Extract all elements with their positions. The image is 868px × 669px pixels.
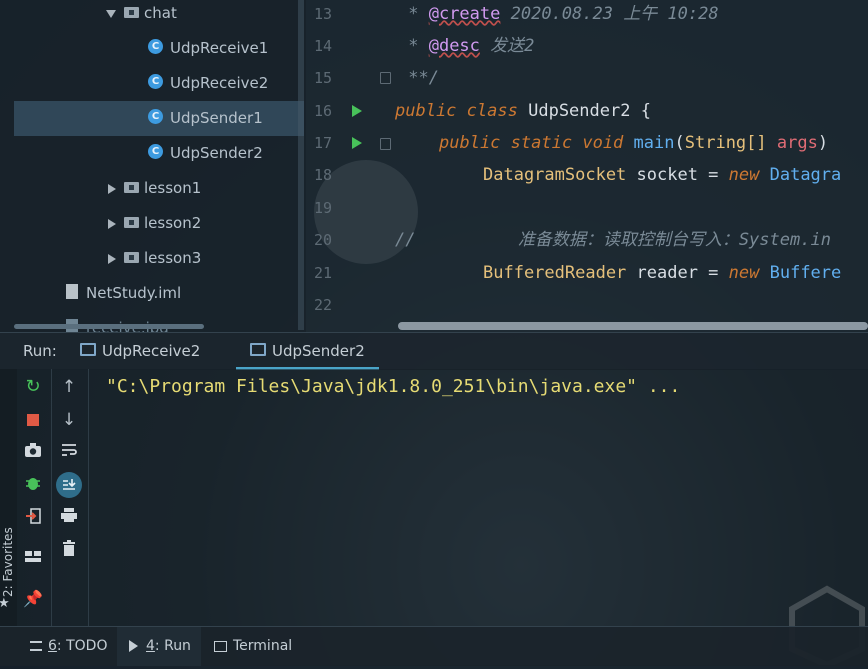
toolbar-divider — [88, 369, 89, 626]
scroll-to-end-icon — [63, 479, 76, 490]
code-line-18: DatagramSocket socket = new Datagra — [483, 165, 842, 185]
run-toolwindow-header: Run: UdpReceive2 UdpSender2 — [0, 332, 868, 370]
java-class-icon: C — [148, 109, 163, 124]
tree-item-label: lesson1 — [144, 179, 202, 197]
line-number: 18 — [314, 166, 333, 184]
code-line-13: * @create 2020.08.23 上午 10:28 — [398, 4, 719, 24]
tree-item-label: lesson3 — [144, 249, 202, 267]
favorites-side-tab[interactable]: 2: Favorites — [0, 520, 16, 600]
tree-item-label: NetStudy.iml — [86, 284, 182, 302]
code-line-15: **/ — [398, 68, 439, 88]
line-number: 21 — [314, 264, 333, 282]
pin-icon[interactable]: 📌 — [23, 589, 43, 609]
java-class-icon: C — [148, 39, 163, 54]
code-editor[interactable]: 13 14 15 16 17 18 19 20 21 22 * @create … — [306, 0, 868, 332]
run-tab-udpsender2[interactable]: UdpSender2 — [236, 333, 379, 370]
dump-threads-icon[interactable] — [23, 442, 43, 462]
console-icon — [80, 343, 96, 356]
collapse-arrow-icon[interactable] — [108, 218, 116, 229]
tree-item-udpsender1[interactable]: C UdpSender1 — [14, 101, 304, 136]
print-icon[interactable] — [59, 507, 79, 527]
run-tab-udpreceive2[interactable]: UdpReceive2 — [80, 333, 200, 370]
console-output[interactable]: "C:\Program Files\Java\jdk1.8.0_251\bin\… — [106, 376, 680, 397]
trash-icon[interactable] — [59, 540, 79, 560]
rerun-icon[interactable]: ↻ — [23, 377, 43, 397]
fold-marker-icon[interactable] — [380, 138, 391, 150]
tree-item-lesson1[interactable]: lesson1 — [108, 171, 201, 206]
scroll-down-icon[interactable]: ↓ — [59, 410, 79, 430]
tree-item-netstudy-iml[interactable]: NetStudy.iml — [66, 276, 181, 311]
code-line-14: * @desc 发送2 — [398, 36, 535, 56]
terminal-icon — [214, 640, 227, 652]
tree-item-udpreceive1[interactable]: C UdpReceive1 — [148, 31, 268, 66]
run-main-icon[interactable] — [352, 137, 362, 149]
tree-vertical-scrollbar[interactable] — [298, 0, 304, 330]
toolbar-divider — [51, 369, 52, 626]
run-tab[interactable]: 4: Run — [117, 627, 201, 666]
tab-close-icon[interactable] — [210, 345, 222, 357]
tab-label: UdpSender2 — [272, 342, 365, 360]
debug-icon[interactable] — [23, 474, 43, 494]
tree-item-udpsender2[interactable]: C UdpSender2 — [148, 136, 263, 171]
line-number: 15 — [314, 69, 333, 87]
tree-item-lesson3[interactable]: lesson3 — [108, 241, 201, 276]
line-number: 19 — [314, 199, 333, 217]
code-line-20: // 准备数据：读取控制台写入：System.in — [395, 230, 831, 250]
tree-item-lesson2[interactable]: lesson2 — [108, 206, 201, 241]
favorites-label: 2: Favorites — [1, 527, 15, 597]
run-icon — [129, 640, 138, 652]
run-label: Run: — [23, 342, 57, 360]
console-panel[interactable] — [0, 369, 868, 626]
terminal-tab[interactable]: Terminal — [214, 627, 292, 666]
java-class-icon: C — [148, 74, 163, 89]
tree-item-label: UdpReceive2 — [170, 74, 269, 92]
module-file-icon — [66, 284, 78, 299]
tree-horizontal-scrollbar[interactable] — [14, 324, 204, 329]
folder-icon — [124, 217, 139, 228]
fold-marker-icon[interactable] — [380, 72, 391, 84]
tree-item-label: UdpSender2 — [170, 144, 263, 162]
todo-tab[interactable]: 6: TODO — [30, 627, 107, 666]
collapse-arrow-icon[interactable] — [108, 253, 116, 264]
expand-arrow-icon[interactable] — [106, 9, 116, 18]
folder-icon — [124, 182, 139, 193]
favorites-star-icon[interactable]: ★ — [0, 596, 10, 611]
line-number: 14 — [314, 37, 333, 55]
tree-item-label: UdpReceive1 — [170, 39, 269, 57]
soft-wrap-icon[interactable] — [59, 442, 79, 462]
tree-item-udpreceive2[interactable]: C UdpReceive2 — [148, 66, 268, 101]
collapse-arrow-icon[interactable] — [108, 183, 116, 194]
scroll-up-icon[interactable]: ↑ — [59, 377, 79, 397]
folder-icon — [124, 252, 139, 263]
code-line-21: BufferedReader reader = new Buffere — [483, 263, 842, 283]
code-line-16: public class UdpSender2 { — [395, 101, 651, 121]
line-number: 20 — [314, 231, 333, 249]
tree-item-label: chat — [144, 4, 177, 22]
line-number: 17 — [314, 134, 333, 152]
tree-item-chat[interactable]: chat — [106, 0, 177, 31]
console-icon — [250, 343, 266, 356]
tab-label: UdpReceive2 — [102, 342, 201, 360]
stop-icon[interactable] — [23, 410, 43, 430]
restore-layout-icon[interactable] — [23, 507, 43, 527]
project-tree: chat C UdpReceive1 C UdpReceive2 C UdpSende… — [0, 0, 306, 332]
bottom-tool-bar: 6: TODO 4: Run Terminal — [0, 626, 868, 666]
run-class-icon[interactable] — [352, 105, 362, 117]
code-line-17: public static void main(String[] args) — [439, 133, 829, 153]
java-class-icon: C — [148, 144, 163, 159]
scroll-to-end-button[interactable] — [56, 472, 82, 498]
editor-horizontal-scrollbar[interactable] — [398, 322, 868, 330]
tree-item-label: UdpSender1 — [170, 109, 263, 127]
line-number: 16 — [314, 102, 333, 120]
line-number: 13 — [314, 5, 333, 23]
tree-item-label: lesson2 — [144, 214, 202, 232]
list-icon — [30, 641, 42, 651]
layout-icon[interactable] — [23, 548, 43, 568]
folder-icon — [124, 7, 139, 18]
line-number: 22 — [314, 296, 333, 314]
